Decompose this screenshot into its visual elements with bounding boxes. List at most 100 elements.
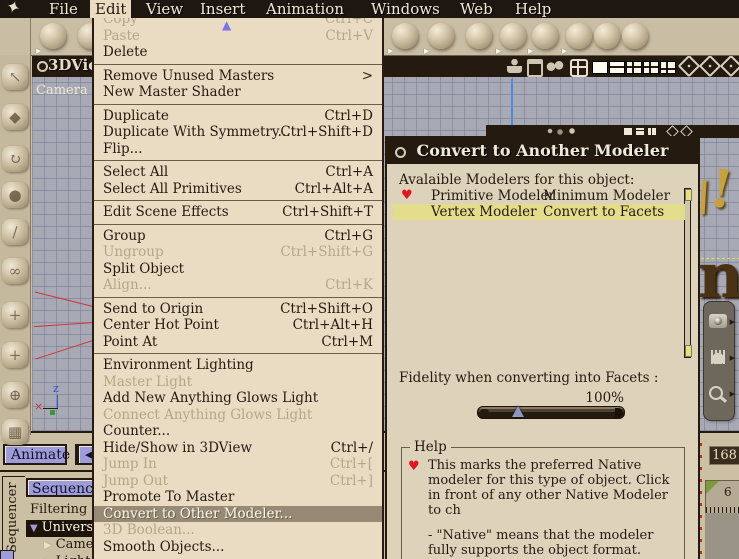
menu-item-select-all-primitives[interactable]: Select All Primitives Ctrl+Alt+A: [94, 181, 382, 198]
menubar-item-insert[interactable]: Insert: [195, 0, 250, 18]
layout-mode-icon-three-pane[interactable]: [626, 61, 642, 74]
menu-scroll-up-icon[interactable]: ▲: [222, 18, 231, 32]
menu-item-send-to-origin[interactable]: Send to Origin Ctrl+Shift+O: [94, 301, 382, 318]
collapsed-triangle-icon[interactable]: ▶: [44, 540, 52, 551]
hierarchy-display-icon[interactable]: [527, 59, 543, 77]
app-logo-icon[interactable]: ✦: [3, 0, 23, 20]
menubar-item-view[interactable]: View: [141, 0, 188, 18]
menu-item-new-master-shader[interactable]: New Master Shader: [94, 84, 382, 101]
menu-item-remove-unused-masters[interactable]: Remove Unused Masters >: [94, 68, 382, 85]
expand-triangle-icon[interactable]: ▼: [30, 523, 38, 534]
menu-item-duplicate-with-symmetry[interactable]: Duplicate With Symmetry... Ctrl+Shift+D: [94, 124, 382, 141]
sphere-tool-icon[interactable]: ▶: [36, 23, 66, 55]
dialog-widget-icon[interactable]: [395, 147, 406, 158]
menu-item-ungroup[interactable]: Ungroup Ctrl+Shift+G: [94, 244, 382, 261]
layout-mode-icon-four-pane[interactable]: [643, 61, 659, 74]
production-shield-icon[interactable]: [719, 54, 739, 78]
menu-item-select-all[interactable]: Select All Ctrl+A: [94, 164, 382, 181]
menu-item-jump-in[interactable]: Jump In Ctrl+[: [94, 456, 382, 473]
mini-layout-icon[interactable]: [624, 128, 632, 135]
menu-item-smooth-objects[interactable]: Smooth Objects...: [94, 539, 382, 556]
mini-layout-icon[interactable]: [648, 128, 656, 135]
menu-item-edit-scene-effects[interactable]: Edit Scene Effects Ctrl+Shift+T: [94, 204, 382, 221]
magnifier-zoom-icon[interactable]: [709, 386, 723, 400]
menu-item-duplicate[interactable]: Duplicate Ctrl+D: [94, 108, 382, 125]
grid-plane-tool-icon[interactable]: ▦: [2, 419, 28, 445]
panel-corner-widget[interactable]: [0, 550, 14, 559]
modelers-list-label: Avalaible Modelers for this object:: [399, 172, 635, 188]
menu-item-environment-lighting[interactable]: Environment Lighting: [94, 357, 382, 374]
tree-item-light[interactable]: ▶Light: [26, 554, 90, 559]
select-arrow-tool-icon[interactable]: ↖: [2, 64, 28, 90]
menu-item-copy[interactable]: Copy Ctrl+C: [94, 18, 382, 28]
menu-item-master-light[interactable]: Master Light: [94, 374, 382, 391]
dialog-title-bar[interactable]: Convert to Another Modeler: [387, 138, 698, 164]
tree-item-universe[interactable]: ▼ Universe: [26, 520, 96, 537]
menu-item-add-new-anything-glows-light[interactable]: Add New Anything Glows Light: [94, 390, 382, 407]
menu-item-group[interactable]: Group Ctrl+G: [94, 228, 382, 245]
flower-cluster-icon[interactable]: ▶: [388, 23, 418, 55]
dolly-tool-icon[interactable]: ⊕: [2, 382, 28, 408]
light-group-icon[interactable]: ▶: [562, 23, 592, 55]
move-3d-tool-icon[interactable]: ◆: [2, 104, 28, 130]
menubar-item-file[interactable]: File: [44, 0, 83, 18]
menu-item-3d-boolean[interactable]: 3D Boolean...: [94, 522, 382, 539]
production-shield-icon[interactable]: [677, 54, 701, 78]
menu-item-promote-to-master[interactable]: Promote To Master: [94, 489, 382, 506]
bone-tool-icon[interactable]: [622, 23, 648, 49]
menu-item-counter[interactable]: Counter...: [94, 423, 382, 440]
link-chain-tool-icon[interactable]: ∞: [2, 258, 28, 284]
production-shield-icon[interactable]: [698, 54, 722, 78]
menu-item-delete[interactable]: Delete: [94, 44, 382, 61]
menu-item-center-hot-point[interactable]: Center Hot Point Ctrl+Alt+H: [94, 317, 382, 334]
window-widget-icon[interactable]: [37, 61, 48, 72]
menu-item-flip[interactable]: Flip...: [94, 141, 382, 158]
layout-mode-icon-l-pane[interactable]: [660, 61, 676, 74]
menu-item-connect-anything-glows-light[interactable]: Connect Anything Glows Light: [94, 407, 382, 424]
fidelity-slider[interactable]: [477, 406, 625, 419]
needle-tool-icon[interactable]: ∕: [2, 219, 28, 245]
masks-display-icon[interactable]: [545, 59, 565, 73]
blob-object-icon[interactable]: [466, 23, 492, 49]
sequencer-tab[interactable]: Sequencer: [2, 476, 25, 559]
menubar-item-help[interactable]: Help: [510, 0, 556, 18]
menu-item-point-at[interactable]: Point At Ctrl+M: [94, 334, 382, 351]
menubar-item-animation[interactable]: Animation: [261, 0, 349, 18]
hand-pan-icon[interactable]: [709, 350, 727, 364]
mini-layout-icon[interactable]: [636, 128, 644, 135]
rotate-tool-icon[interactable]: ↻: [2, 146, 28, 172]
scale-sphere-tool-icon[interactable]: ●: [2, 182, 28, 208]
compass-display-icon[interactable]: [570, 59, 588, 77]
menu-item-hide-show-in-3dview[interactable]: Hide/Show in 3DView Ctrl+/: [94, 440, 382, 457]
modeler-row-primitive-modeler[interactable]: ♥ Primitive Modeler Minimum Modeler: [393, 188, 685, 204]
layout-mode-icon-single-pane[interactable]: [592, 61, 608, 74]
menubar-item-edit[interactable]: Edit: [90, 0, 132, 18]
layout-mode-icon-two-pane[interactable]: [609, 61, 625, 74]
target-donut-icon[interactable]: [594, 23, 620, 49]
time-ruler[interactable]: 6: [705, 480, 739, 514]
scrollbar-bottom-cap[interactable]: [685, 345, 692, 357]
preferred-heart-icon[interactable]: ♥: [401, 188, 413, 203]
pan-cross-tool-icon[interactable]: +: [2, 302, 28, 328]
menu-item-jump-out[interactable]: Jump Out Ctrl+]: [94, 473, 382, 490]
menu-item-label: Send to Origin: [103, 300, 204, 317]
slider-thumb[interactable]: [512, 406, 524, 417]
list-scrollbar[interactable]: [684, 188, 692, 358]
mini-toolbar-icons[interactable]: [546, 128, 580, 135]
menu-item-split-object[interactable]: Split Object: [94, 261, 382, 278]
spray-tool-icon[interactable]: ▶: [496, 23, 526, 55]
menubar-item-web[interactable]: Web: [455, 0, 498, 18]
spike-object-icon[interactable]: ▶: [424, 23, 454, 55]
figure-display-icon[interactable]: [507, 59, 522, 73]
menu-item-convert-to-other-modeler[interactable]: Convert to Other Modeler...: [94, 505, 382, 522]
camera-object-icon[interactable]: ▶: [528, 23, 558, 55]
camera-pan-icon[interactable]: [709, 314, 727, 328]
modeler-row-vertex-modeler[interactable]: Vertex Modeler Convert to Facets: [393, 204, 685, 220]
animate-button[interactable]: Animate: [3, 444, 70, 465]
filtering-label[interactable]: Filtering: [30, 502, 87, 517]
menu-item-paste[interactable]: Paste Ctrl+V: [94, 28, 382, 45]
scrollbar-top-cap[interactable]: [685, 189, 692, 201]
menu-item-align[interactable]: Align... Ctrl+K: [94, 277, 382, 294]
menubar-item-windows[interactable]: Windows: [366, 0, 445, 18]
hotpoint-cross-tool-icon[interactable]: +: [2, 342, 28, 368]
